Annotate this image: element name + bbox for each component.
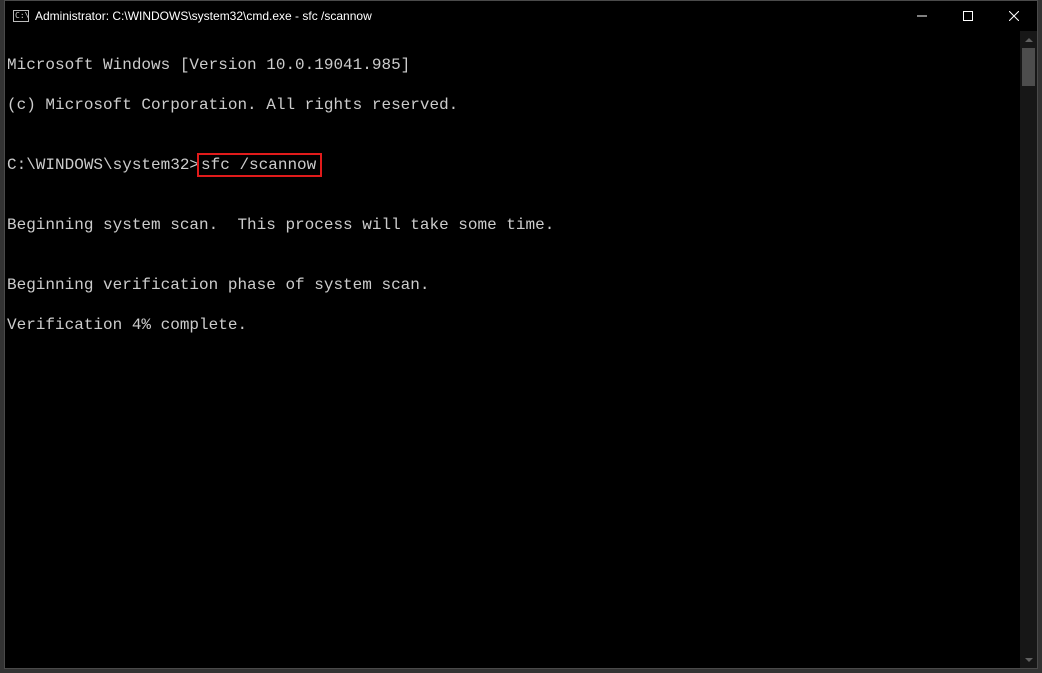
scroll-up-button[interactable] (1020, 31, 1037, 48)
cmd-window: C:\ Administrator: C:\WINDOWS\system32\c… (4, 0, 1038, 669)
chevron-up-icon (1025, 38, 1033, 42)
client-area: Microsoft Windows [Version 10.0.19041.98… (5, 31, 1037, 668)
output-line: Microsoft Windows [Version 10.0.19041.98… (7, 55, 1020, 75)
prompt-line: C:\WINDOWS\system32>sfc /scannow (7, 155, 1020, 175)
titlebar[interactable]: C:\ Administrator: C:\WINDOWS\system32\c… (5, 1, 1037, 31)
maximize-button[interactable] (945, 1, 991, 31)
output-line: Beginning verification phase of system s… (7, 275, 1020, 295)
close-icon (1009, 11, 1019, 21)
scrollbar-thumb[interactable] (1022, 48, 1035, 86)
prompt-text: C:\WINDOWS\system32> (7, 156, 199, 174)
vertical-scrollbar[interactable] (1020, 31, 1037, 668)
cmd-icon: C:\ (13, 8, 29, 24)
chevron-down-icon (1025, 658, 1033, 662)
maximize-icon (963, 11, 973, 21)
scroll-down-button[interactable] (1020, 651, 1037, 668)
svg-text:C:\: C:\ (15, 11, 29, 20)
output-line: Beginning system scan. This process will… (7, 215, 1020, 235)
scrollbar-track[interactable] (1020, 48, 1037, 651)
output-line: (c) Microsoft Corporation. All rights re… (7, 95, 1020, 115)
command-text: sfc /scannow (201, 156, 316, 174)
minimize-button[interactable] (899, 1, 945, 31)
console-output[interactable]: Microsoft Windows [Version 10.0.19041.98… (5, 31, 1020, 668)
minimize-icon (917, 11, 927, 21)
close-button[interactable] (991, 1, 1037, 31)
command-highlight: sfc /scannow (197, 153, 322, 177)
window-title: Administrator: C:\WINDOWS\system32\cmd.e… (35, 9, 372, 23)
output-line: Verification 4% complete. (7, 315, 1020, 335)
